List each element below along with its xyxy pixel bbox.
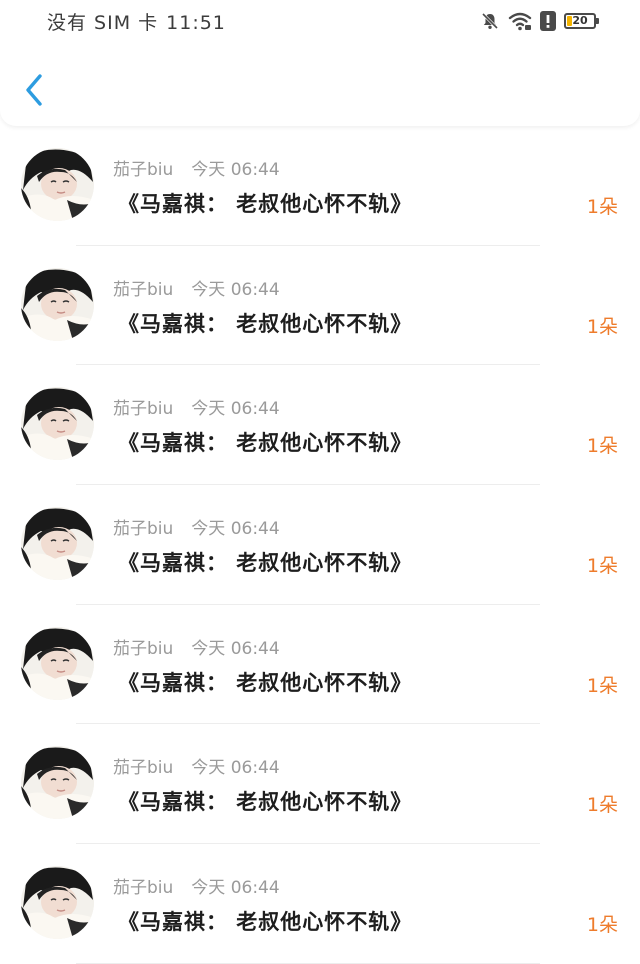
list-item[interactable]: 茄子biu 今天 06:44 《马嘉祺： 老叔他心怀不轨》 1朵 (0, 485, 640, 605)
flower-count: 1朵 (586, 315, 618, 338)
flower-count: 1朵 (586, 794, 618, 817)
back-button[interactable] (18, 70, 54, 112)
status-icons: 20 (480, 10, 599, 32)
flower-count: 1朵 (586, 555, 618, 578)
status-bar: 没有 SIM 卡 11:51 20 (0, 0, 640, 44)
timestamp: 今天 06:44 (191, 638, 280, 659)
item-meta: 茄子biu 今天 06:44 (113, 514, 280, 539)
battery-icon: 20 (564, 13, 599, 29)
item-title: 《马嘉祺： 老叔他心怀不轨》 (118, 790, 413, 815)
username: 茄子biu (113, 519, 174, 540)
avatar[interactable] (21, 746, 94, 820)
battery-level: 20 (572, 14, 588, 27)
timestamp: 今天 06:44 (191, 399, 280, 420)
timestamp: 今天 06:44 (191, 160, 280, 180)
list-item[interactable]: 茄子biu 今天 06:44 《马嘉祺： 老叔他心怀不轨》 1朵 (0, 365, 640, 486)
username: 茄子biu (113, 160, 174, 180)
item-title: 《马嘉祺： 老叔他心怀不轨》 (118, 311, 413, 336)
alert-icon (540, 11, 556, 31)
avatar[interactable] (21, 387, 94, 461)
list-item[interactable]: 茄子biu 今天 06:44 《马嘉祺： 老叔他心怀不轨》 1朵 (0, 246, 640, 366)
flower-count: 1朵 (586, 196, 618, 218)
item-title: 《马嘉祺： 老叔他心怀不轨》 (118, 431, 413, 456)
item-meta: 茄子biu 今天 06:44 (113, 634, 280, 659)
clock: 11:51 (166, 12, 226, 34)
list-item[interactable]: 茄子biu 今天 06:44 《马嘉祺： 老叔他心怀不轨》 1朵 (0, 605, 640, 725)
status-left: 没有 SIM 卡 11:51 (47, 8, 234, 35)
carrier-label: 没有 SIM 卡 (47, 12, 159, 34)
avatar[interactable] (21, 267, 94, 341)
item-title: 《马嘉祺： 老叔他心怀不轨》 (118, 551, 413, 576)
item-title: 《马嘉祺： 老叔他心怀不轨》 (118, 910, 413, 935)
top-bar: 没有 SIM 卡 11:51 20 (0, 0, 640, 126)
list-item[interactable]: 茄子biu 今天 06:44 《马嘉祺： 老叔他心怀不轨》 1朵 (0, 844, 640, 964)
avatar[interactable] (21, 507, 94, 581)
bell-muted-icon (480, 11, 500, 31)
item-meta: 茄子biu 今天 06:44 (113, 753, 280, 778)
username: 茄子biu (113, 399, 174, 420)
avatar[interactable] (21, 626, 94, 700)
username: 茄子biu (113, 878, 174, 899)
item-title: 《马嘉祺： 老叔他心怀不轨》 (118, 670, 413, 695)
chevron-left-icon (26, 74, 42, 106)
flower-count: 1朵 (586, 914, 618, 937)
timestamp: 今天 06:44 (191, 878, 280, 899)
item-meta: 茄子biu 今天 06:44 (113, 873, 280, 898)
timestamp: 今天 06:44 (191, 758, 280, 779)
item-meta: 茄子biu 今天 06:44 (113, 394, 280, 419)
flower-count: 1朵 (586, 674, 618, 697)
gift-list: 茄子biu 今天 06:44 《马嘉祺： 老叔他心怀不轨》 1朵 茄子biu 今天 … (0, 126, 640, 964)
username: 茄子biu (113, 758, 174, 779)
username: 茄子biu (113, 638, 174, 659)
item-meta: 茄子biu 今天 06:44 (113, 275, 280, 300)
item-title: 《马嘉祺： 老叔他心怀不轨》 (118, 192, 413, 216)
timestamp: 今天 06:44 (191, 519, 280, 540)
avatar[interactable] (21, 148, 94, 221)
list-item[interactable]: 茄子biu 今天 06:44 《马嘉祺： 老叔他心怀不轨》 1朵 (0, 724, 640, 845)
item-meta: 茄子biu 今天 06:44 (113, 155, 280, 180)
username: 茄子biu (113, 279, 174, 300)
list-item[interactable]: 茄子biu 今天 06:44 《马嘉祺： 老叔他心怀不轨》 1朵 (0, 126, 640, 246)
wifi-icon (508, 11, 532, 31)
timestamp: 今天 06:44 (191, 279, 280, 300)
avatar[interactable] (21, 866, 94, 940)
flower-count: 1朵 (586, 435, 618, 458)
